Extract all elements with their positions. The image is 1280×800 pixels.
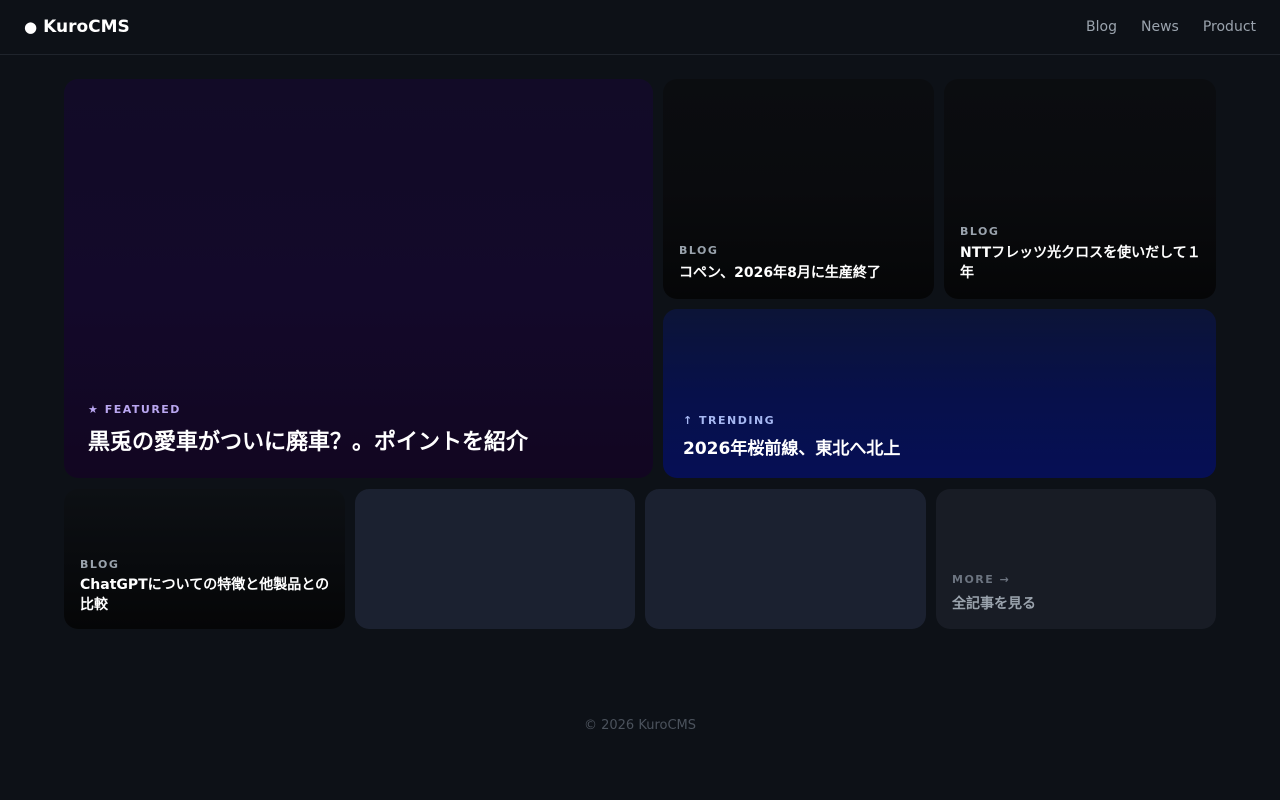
featured-card[interactable]: ★ FEATURED 黒兎の愛車がついに廃車？。ポイントを紹介 bbox=[64, 79, 653, 478]
article-title: ChatGPTについての特徴と他製品との比較 bbox=[80, 577, 330, 613]
more-category: MORE → bbox=[952, 573, 1011, 586]
nav-news[interactable]: News bbox=[1141, 19, 1179, 35]
empty-card-placeholder bbox=[355, 489, 635, 629]
article-category: BLOG bbox=[679, 244, 719, 257]
brand-name: KuroCMS bbox=[43, 17, 130, 37]
article-card-copen[interactable]: BLOG コペン、2026年8月に生産終了 bbox=[663, 79, 934, 299]
featured-category: ★ FEATURED bbox=[88, 403, 181, 416]
article-card-chatgpt[interactable]: BLOG ChatGPTについての特徴と他製品との比較 bbox=[64, 489, 345, 629]
empty-card-placeholder bbox=[645, 489, 926, 629]
article-category: BLOG bbox=[960, 225, 1000, 238]
trending-title: 2026年桜前線、東北へ北上 bbox=[683, 439, 901, 459]
main-nav: Blog News Product bbox=[1086, 19, 1256, 35]
more-title: 全記事を見る bbox=[952, 596, 1036, 612]
brand-logo[interactable]: ● KuroCMS bbox=[24, 17, 130, 37]
article-category: BLOG bbox=[80, 558, 120, 571]
brand-dot-icon: ● bbox=[24, 18, 38, 36]
trending-category: ↑ TRENDING bbox=[683, 414, 776, 427]
article-title: コペン、2026年8月に生産終了 bbox=[679, 265, 881, 281]
article-title: NTTフレッツ光クロスを使いだして１年 bbox=[960, 245, 1201, 281]
site-footer: © 2026 KuroCMS bbox=[0, 718, 1280, 733]
trending-card[interactable]: ↑ TRENDING 2026年桜前線、東北へ北上 bbox=[663, 309, 1216, 478]
more-articles-card[interactable]: MORE → 全記事を見る bbox=[936, 489, 1216, 629]
featured-title: 黒兎の愛車がついに廃車？。ポイントを紹介 bbox=[88, 430, 529, 455]
nav-blog[interactable]: Blog bbox=[1086, 19, 1117, 35]
nav-product[interactable]: Product bbox=[1203, 19, 1256, 35]
copyright-text: © 2026 KuroCMS bbox=[583, 718, 697, 733]
site-header: ● KuroCMS Blog News Product bbox=[0, 0, 1280, 55]
article-card-ntt[interactable]: BLOG NTTフレッツ光クロスを使いだして１年 bbox=[944, 79, 1216, 299]
